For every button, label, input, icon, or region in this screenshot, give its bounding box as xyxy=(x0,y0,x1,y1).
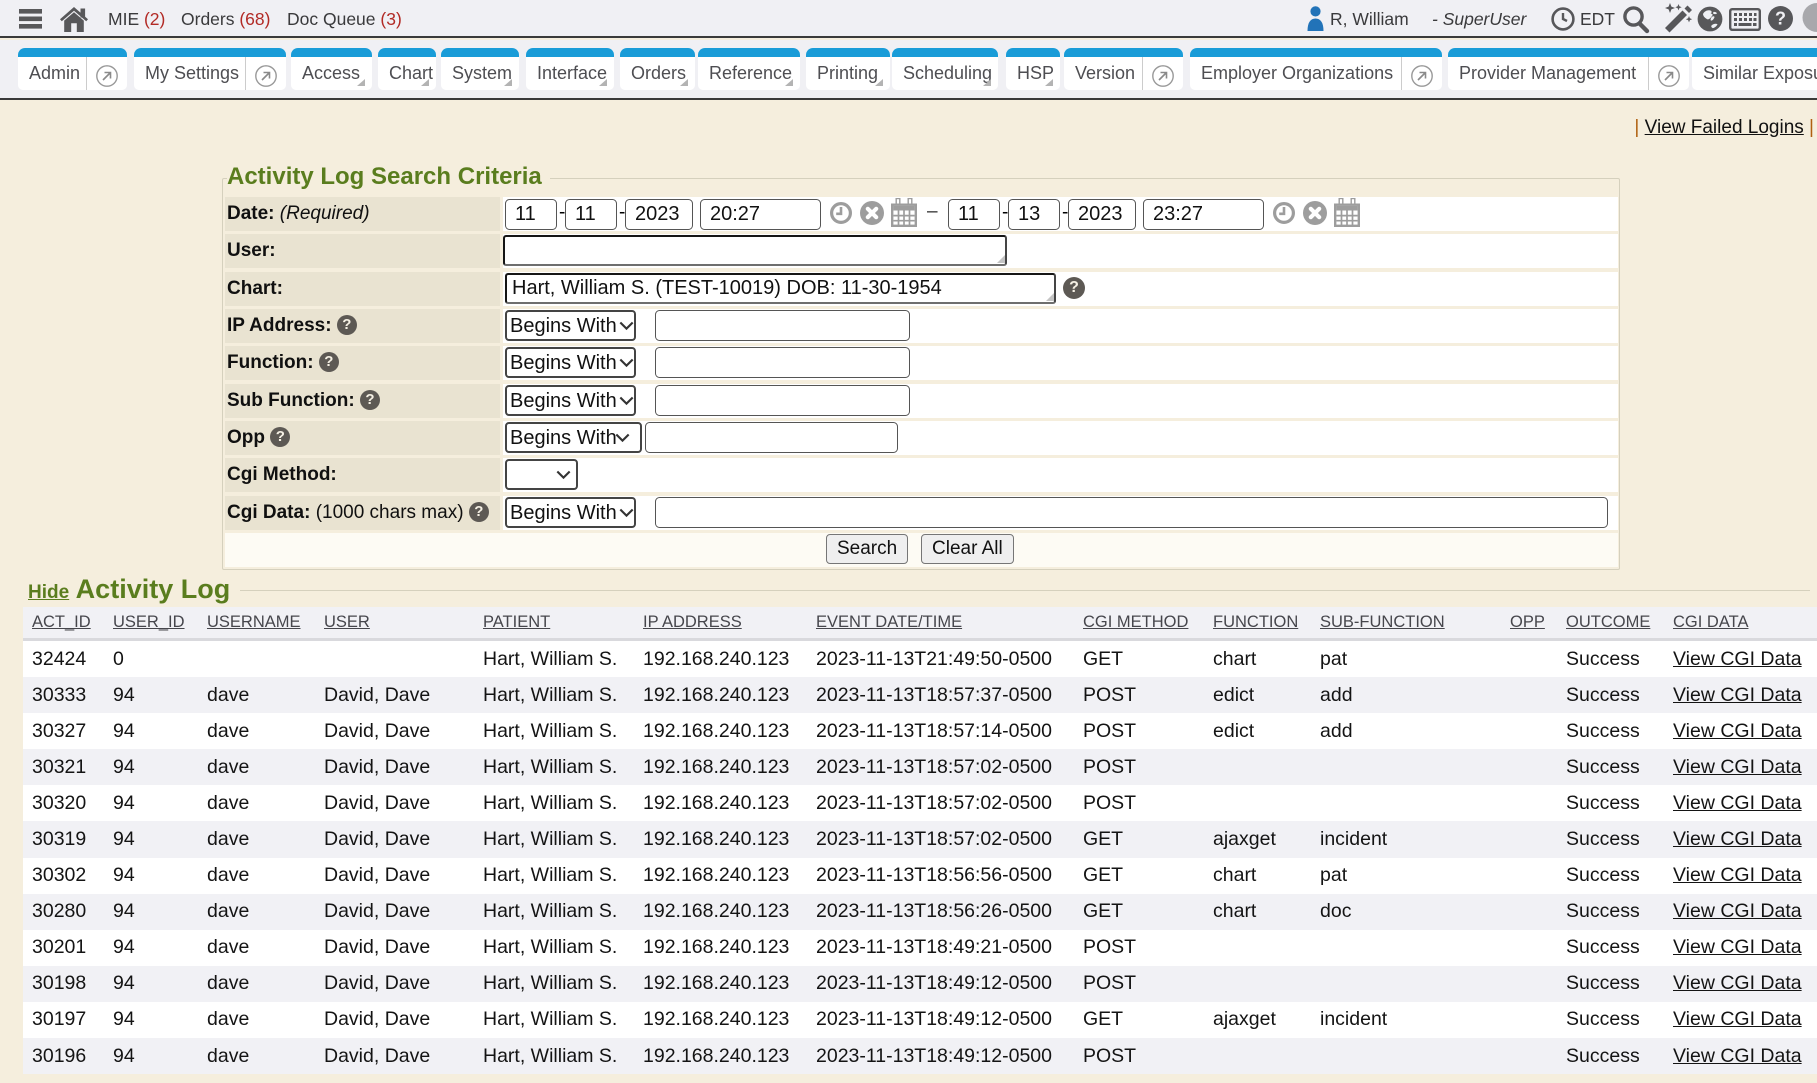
svg-text:?: ? xyxy=(1775,9,1786,29)
